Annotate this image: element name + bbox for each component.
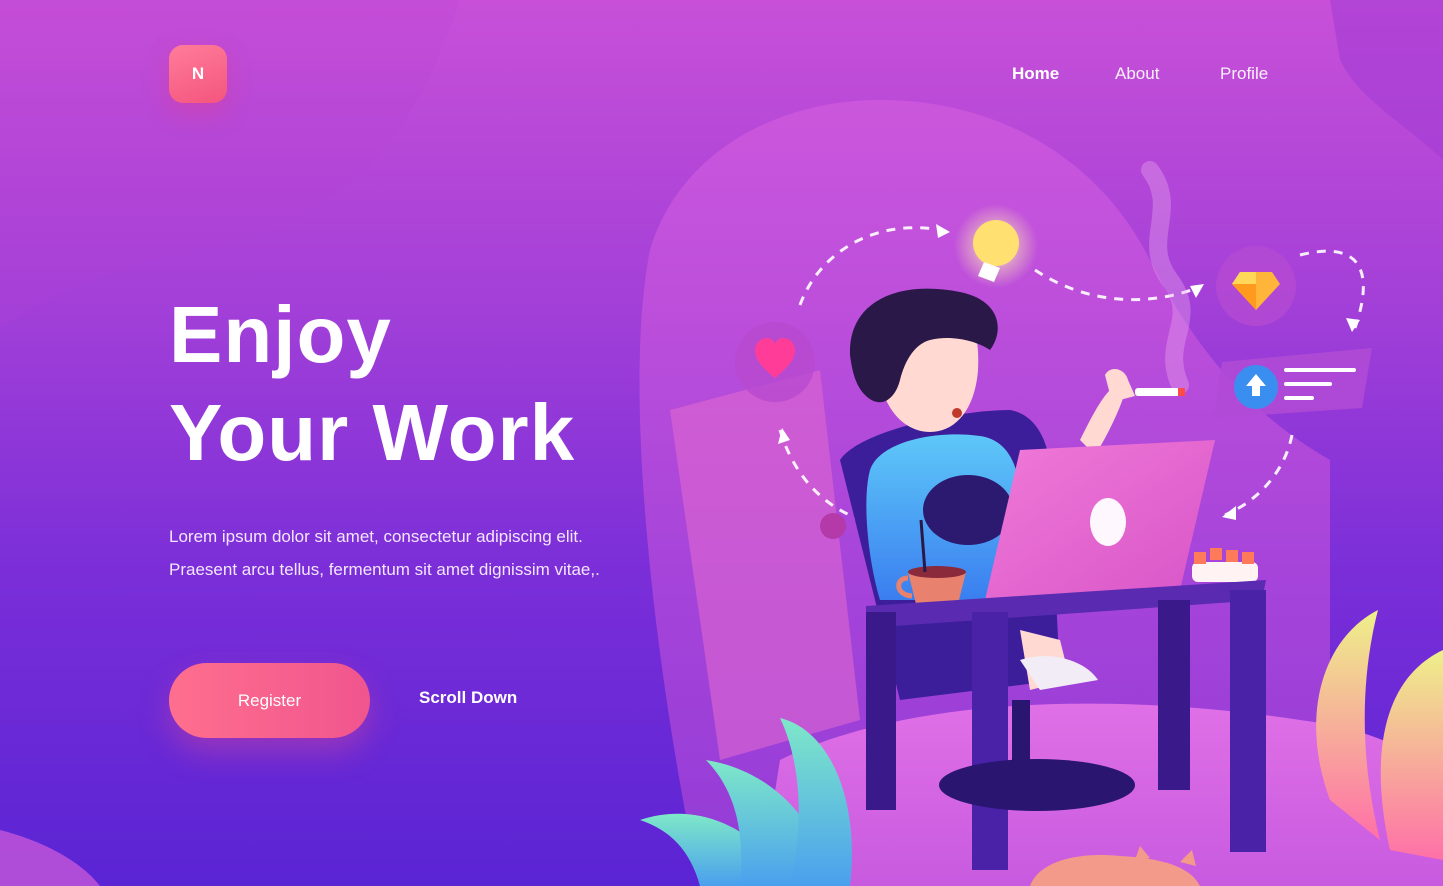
- hero-headline: Enjoy Your Work: [169, 286, 575, 482]
- scroll-down-link[interactable]: Scroll Down: [419, 688, 517, 708]
- upload-icon: [1214, 348, 1372, 418]
- sketch-diamond-icon: [1216, 246, 1296, 326]
- back-panel: [670, 370, 860, 760]
- logo[interactable]: N: [169, 45, 227, 103]
- cake-icon: [1192, 548, 1258, 582]
- heart-icon: [735, 322, 815, 402]
- nav-profile[interactable]: Profile: [1220, 64, 1268, 84]
- headline-line-2: Your Work: [169, 388, 576, 477]
- register-button[interactable]: Register: [169, 663, 370, 738]
- coffee-cup-icon: [896, 519, 966, 604]
- hero-description: Lorem ipsum dolor sit amet, consectetur …: [169, 527, 600, 579]
- headline-line-1: Enjoy: [169, 290, 392, 379]
- lightbulb-icon: [954, 204, 1038, 288]
- nav-about[interactable]: About: [1115, 64, 1159, 84]
- nav-home[interactable]: Home: [1012, 64, 1059, 84]
